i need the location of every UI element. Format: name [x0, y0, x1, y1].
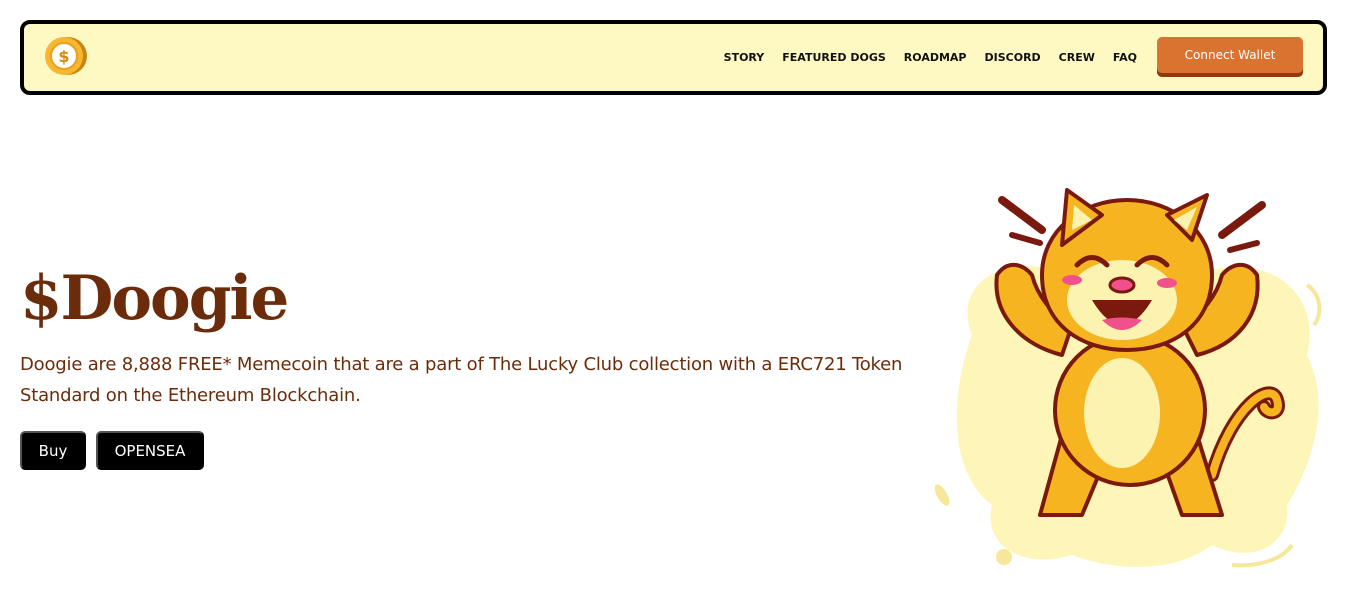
- nav-link-roadmap[interactable]: ROADMAP: [904, 51, 967, 64]
- buy-button[interactable]: Buy: [20, 431, 86, 470]
- hero-description: Doogie are 8,888 FREE* Memecoin that are…: [20, 354, 903, 406]
- cat-mascot-illustration: [934, 188, 1322, 568]
- nav-link-story[interactable]: STORY: [724, 51, 765, 64]
- nav-link-faq[interactable]: FAQ: [1113, 51, 1137, 64]
- navbar: $ STORY FEATURED DOGS ROADMAP DISCORD CR…: [20, 20, 1327, 95]
- opensea-button[interactable]: OPENSEA: [96, 431, 204, 470]
- nav-link-crew[interactable]: CREW: [1059, 51, 1095, 64]
- hero-title: $Doogie: [20, 263, 289, 334]
- nav-link-featured-dogs[interactable]: FEATURED DOGS: [782, 51, 886, 64]
- connect-wallet-button[interactable]: Connect Wallet: [1157, 37, 1303, 77]
- svg-text:$: $: [58, 47, 69, 66]
- nav-link-discord[interactable]: DISCORD: [985, 51, 1041, 64]
- nav-links: STORY FEATURED DOGS ROADMAP DISCORD CREW…: [724, 24, 1137, 91]
- dollar-coin-icon[interactable]: $: [44, 34, 88, 78]
